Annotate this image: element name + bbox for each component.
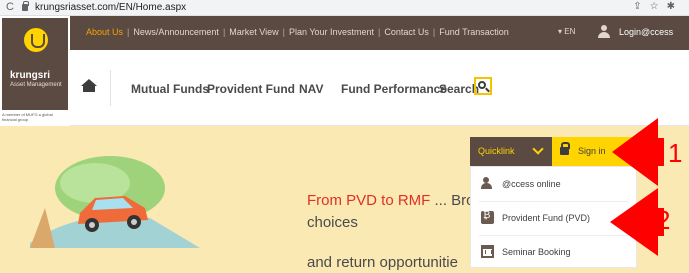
language-selector[interactable]: ▾ EN: [558, 27, 575, 36]
util-link-fund-transaction[interactable]: Fund Transaction: [439, 27, 509, 37]
login-link[interactable]: Login@ccess: [619, 27, 673, 37]
search-icon[interactable]: [474, 77, 492, 95]
car-illustration: [30, 156, 200, 248]
browser-address-bar: C krungsriasset.com/EN/Home.aspx ⇪☆✱: [0, 0, 689, 16]
hero-headline-rest: ... Bro: [430, 192, 475, 209]
hero-headline: From PVD to RMF ... Bro: [307, 192, 475, 209]
utility-links: About Us | News/Announcement | Market View | P…: [86, 27, 509, 37]
logo-block: krungsri Asset Management: [2, 18, 68, 110]
nav-provident-fund[interactable]: Provident Fund: [207, 82, 295, 96]
hero-line-3: and return opportunitie: [307, 254, 458, 271]
utility-bar: About Us | News/Announcement | Market View | P…: [70, 16, 689, 50]
hero-headline-highlight: From PVD to RMF: [307, 192, 431, 209]
browser-action-icons[interactable]: ⇪☆✱: [633, 1, 683, 12]
menu-item-label: Provident Fund (PVD): [502, 213, 591, 223]
brand-logo[interactable]: krungsri Asset Management A member of MU…: [0, 16, 70, 126]
util-link-market-view[interactable]: Market View: [229, 27, 278, 37]
main-navigation: Mutual Funds Provident Fund NAV Fund Per…: [70, 50, 689, 126]
chevron-down-icon: [532, 143, 544, 155]
util-link-contact-us[interactable]: Contact Us: [384, 27, 429, 37]
lock-icon: [560, 142, 570, 155]
address-url[interactable]: krungsriasset.com/EN/Home.aspx: [35, 2, 186, 13]
brand-subtitle: Asset Management: [10, 82, 62, 88]
annotation-arrows: [610, 118, 664, 256]
home-icon[interactable]: [77, 79, 101, 99]
annotation-arrow-1: [612, 118, 664, 186]
krungsri-mark-icon: [24, 28, 48, 52]
menu-item-label: @ccess online: [502, 179, 561, 189]
quicklink-label: Quicklink: [478, 146, 515, 156]
brand-name: krungsri: [10, 70, 51, 81]
menu-item-label: Seminar Booking: [502, 247, 571, 257]
calendar-icon: [481, 245, 494, 258]
mufg-member-note: A member of MUFG a global financial grou…: [2, 112, 53, 122]
provident-fund-icon: [481, 210, 494, 224]
nav-divider: [110, 70, 111, 106]
lock-icon[interactable]: [22, 1, 29, 11]
util-link-plan-investment[interactable]: Plan Your Investment: [289, 27, 374, 37]
nav-mutual-funds[interactable]: Mutual Funds: [131, 82, 209, 96]
person-icon: [481, 177, 494, 190]
hero-line-2: choices: [307, 214, 358, 231]
util-link-news[interactable]: News/Announcement: [133, 27, 219, 37]
nav-nav[interactable]: NAV: [299, 82, 323, 96]
nav-fund-performance[interactable]: Fund Performance: [341, 82, 447, 96]
reload-icon[interactable]: C: [6, 1, 14, 13]
quicklink-toggle[interactable]: Quicklink: [470, 137, 552, 166]
util-link-about-us[interactable]: About Us: [86, 27, 123, 37]
user-icon[interactable]: [597, 25, 611, 39]
